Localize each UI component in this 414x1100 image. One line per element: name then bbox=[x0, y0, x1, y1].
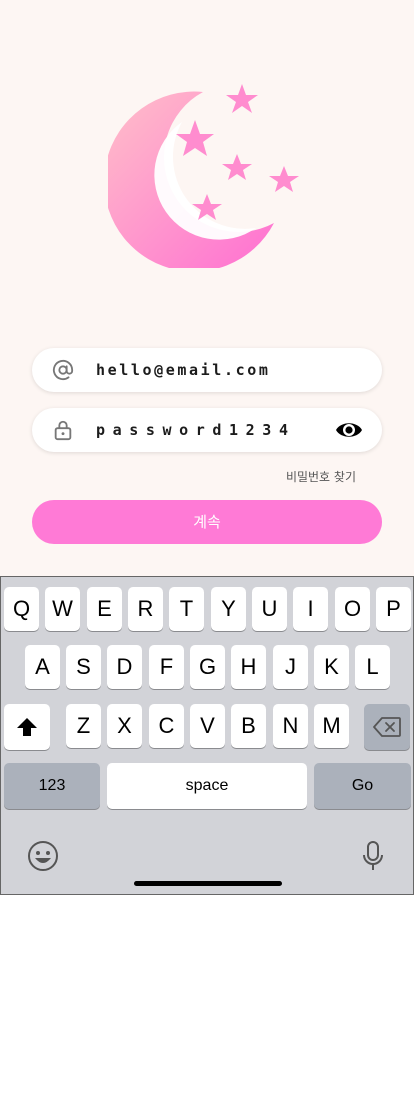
key-v[interactable]: V bbox=[190, 704, 225, 748]
key-u[interactable]: U bbox=[252, 587, 287, 631]
key-a[interactable]: A bbox=[25, 645, 60, 689]
key-x[interactable]: X bbox=[107, 704, 142, 748]
email-field[interactable]: hello@email.com bbox=[32, 348, 382, 392]
key-b[interactable]: B bbox=[231, 704, 266, 748]
key-m[interactable]: M bbox=[314, 704, 349, 748]
key-d[interactable]: D bbox=[107, 645, 142, 689]
key-h[interactable]: H bbox=[231, 645, 266, 689]
key-s[interactable]: S bbox=[66, 645, 101, 689]
eye-icon[interactable] bbox=[335, 419, 363, 441]
key-p[interactable]: P bbox=[376, 587, 411, 631]
key-n[interactable]: N bbox=[273, 704, 308, 748]
forgot-password-link[interactable]: 비밀번호 찾기 bbox=[286, 468, 356, 485]
backspace-icon bbox=[373, 717, 401, 737]
key-i[interactable]: I bbox=[293, 587, 328, 631]
key-w[interactable]: W bbox=[45, 587, 80, 631]
numbers-key[interactable]: 123 bbox=[4, 763, 100, 809]
at-sign-icon bbox=[52, 359, 74, 381]
key-f[interactable]: F bbox=[149, 645, 184, 689]
key-l[interactable]: L bbox=[355, 645, 390, 689]
key-e[interactable]: E bbox=[87, 587, 122, 631]
space-key[interactable]: space bbox=[107, 763, 307, 809]
go-key[interactable]: Go bbox=[314, 763, 411, 809]
lock-icon bbox=[54, 420, 72, 441]
key-k[interactable]: K bbox=[314, 645, 349, 689]
home-indicator bbox=[134, 881, 282, 886]
onscreen-keyboard: Q W E R T Y U I O P A S D F G H J K L Z … bbox=[0, 576, 414, 895]
key-t[interactable]: T bbox=[169, 587, 204, 631]
key-j[interactable]: J bbox=[273, 645, 308, 689]
password-field[interactable]: password1234 bbox=[32, 408, 382, 452]
email-value: hello@email.com bbox=[96, 361, 271, 379]
key-z[interactable]: Z bbox=[66, 704, 101, 748]
microphone-icon[interactable] bbox=[361, 840, 385, 872]
password-value: password1234 bbox=[96, 421, 296, 439]
continue-button[interactable]: 계속 bbox=[32, 500, 382, 544]
crescent-moon-stars-logo bbox=[108, 84, 299, 268]
emoji-icon[interactable] bbox=[27, 840, 59, 872]
key-r[interactable]: R bbox=[128, 587, 163, 631]
login-screen: hello@email.com password1234 비밀번호 찾기 계속 bbox=[0, 0, 414, 578]
shift-key[interactable] bbox=[4, 704, 50, 750]
key-y[interactable]: Y bbox=[211, 587, 246, 631]
key-c[interactable]: C bbox=[149, 704, 184, 748]
shift-arrow-icon bbox=[17, 718, 37, 736]
key-g[interactable]: G bbox=[190, 645, 225, 689]
key-q[interactable]: Q bbox=[4, 587, 39, 631]
key-o[interactable]: O bbox=[335, 587, 370, 631]
backspace-key[interactable] bbox=[364, 704, 410, 750]
